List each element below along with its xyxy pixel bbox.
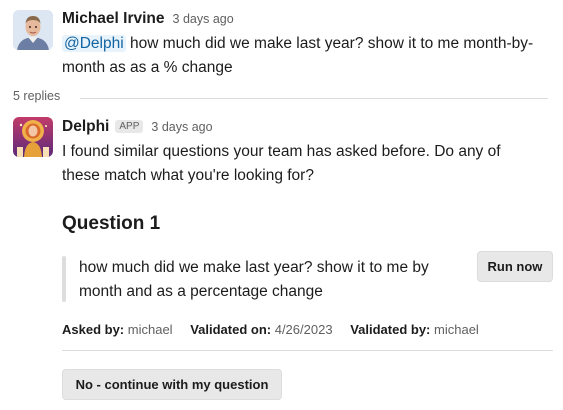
question-title: Question 1: [62, 213, 161, 234]
question-text: how much did we make last year? show it …: [79, 259, 429, 300]
user-avatar-image: [13, 10, 53, 50]
message-body: how much did we make last year? show it …: [62, 35, 534, 76]
author-name[interactable]: Delphi: [62, 118, 109, 136]
message-text: I found similar questions your team has …: [62, 143, 501, 184]
timestamp[interactable]: 3 days ago: [173, 12, 234, 26]
validated-on: Validated on: 4/26/2023: [190, 322, 333, 337]
asked-by: Asked by: michael: [62, 322, 173, 337]
replies-count[interactable]: 5 replies: [13, 89, 60, 103]
app-badge: APP: [115, 120, 144, 133]
replies-divider: [80, 98, 548, 99]
meta-divider: [62, 350, 553, 351]
mention-delphi[interactable]: @Delphi: [62, 35, 126, 52]
author-name[interactable]: Michael Irvine: [62, 10, 165, 28]
avatar-michael[interactable]: [13, 10, 53, 50]
delphi-app-icon: [13, 117, 53, 157]
continue-question-button[interactable]: No - continue with my question: [62, 369, 282, 400]
validated-by: Validated by: michael: [350, 322, 479, 337]
quote-bar: [62, 256, 66, 302]
message-text: @Delphi how much did we make last year? …: [62, 32, 542, 80]
run-now-button[interactable]: Run now: [477, 251, 553, 282]
question-meta: Asked by: michael Validated on: 4/26/202…: [62, 322, 493, 337]
timestamp[interactable]: 3 days ago: [151, 120, 212, 134]
avatar-delphi[interactable]: [13, 117, 53, 157]
